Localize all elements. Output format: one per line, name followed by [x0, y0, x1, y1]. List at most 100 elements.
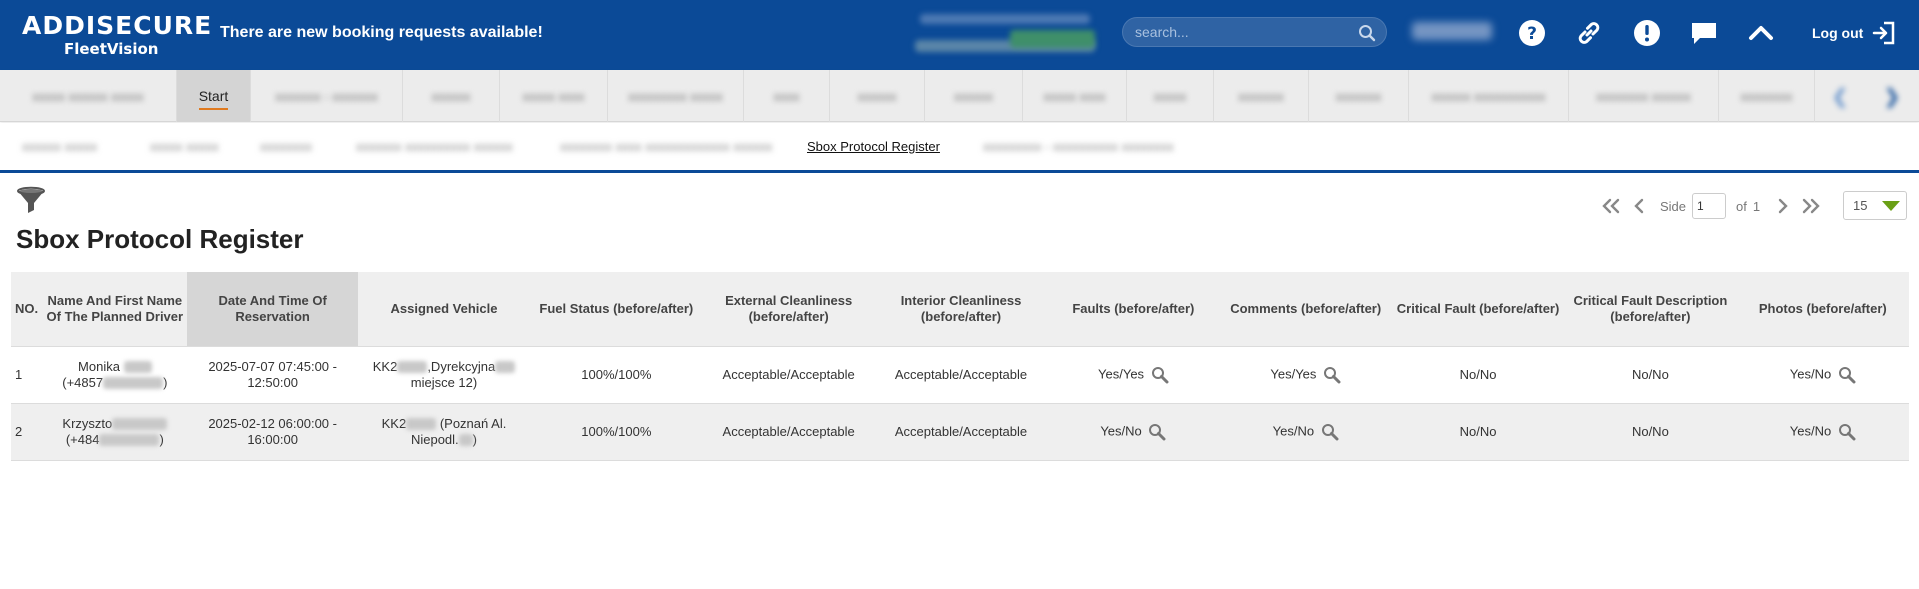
logo-wordmark: ADDISECURE — [22, 11, 213, 40]
dropdown-caret-icon — [1882, 201, 1900, 211]
subnav-item-sbox-protocol-register[interactable]: Sbox Protocol Register — [807, 139, 940, 154]
nav-scroll-right[interactable]: ❯ — [1865, 70, 1919, 122]
search-input[interactable] — [1135, 22, 1345, 42]
cell-photos: Yes/No — [1736, 403, 1909, 461]
of-label: of — [1736, 198, 1747, 214]
col-fuel[interactable]: Fuel Status (before/after) — [530, 272, 703, 347]
nav-tab-redacted[interactable]: xxxxxxx - xxxxxxx — [251, 70, 403, 122]
prev-page-icon[interactable] — [1628, 195, 1650, 217]
table-row[interactable]: 2 Krzyszto (+484) 2025-02-12 06:00:00 -1… — [11, 403, 1909, 461]
cell-faults: Yes/Yes — [1047, 346, 1220, 404]
cell-reservation-date: 2025-07-07 07:45:00 -12:50:00 — [187, 346, 358, 404]
help-icon[interactable]: ? — [1515, 16, 1549, 50]
cell-interior-cleanliness: Acceptable/Acceptable — [874, 403, 1048, 461]
cell-no: 2 — [11, 403, 43, 461]
col-photos[interactable]: Photos (before/after) — [1736, 272, 1909, 347]
cell-vehicle: KK2 (Poznań Al. Niepodl.) — [357, 403, 531, 461]
nav-tab-redacted[interactable]: xxxxxx — [403, 70, 500, 122]
nav-tab-redacted[interactable]: xxxxxxxx xxxxxx — [1569, 70, 1719, 122]
magnifier-icon[interactable] — [1148, 423, 1166, 441]
total-pages: 1 — [1752, 198, 1761, 214]
cell-photos: Yes/No — [1736, 346, 1909, 404]
nav-tab-redacted[interactable]: xxxxxx — [830, 70, 925, 122]
collapse-up-icon[interactable] — [1744, 16, 1778, 50]
nav-tab-start-label: Start — [198, 88, 229, 110]
magnifier-icon[interactable] — [1323, 366, 1341, 384]
subnav-item-redacted[interactable]: xxxxxx xxxxx — [22, 139, 97, 154]
col-critical-fault[interactable]: Critical Fault (before/after) — [1391, 272, 1565, 347]
subnav-item-redacted[interactable]: xxxxxxxxx - xxxxxxxxxx xxxxxxxx — [983, 139, 1174, 154]
cell-comments: Yes/No — [1219, 403, 1392, 461]
search-icon[interactable] — [1358, 24, 1376, 42]
nav-tab-redacted[interactable]: xxxxxxxxx xxxxx — [608, 70, 744, 122]
col-external-cleanliness[interactable]: External Cleanliness (before/after) — [702, 272, 875, 347]
cell-fuel: 100%/100% — [530, 403, 703, 461]
protocol-table: NO. Name And First Name Of The Planned D… — [11, 272, 1909, 461]
main-nav: xxxxx xxxxxx xxxxx Start xxxxxxx - xxxxx… — [0, 70, 1919, 122]
magnifier-icon[interactable] — [1838, 366, 1856, 384]
col-faults[interactable]: Faults (before/after) — [1047, 272, 1220, 347]
page-number-input[interactable] — [1692, 193, 1727, 219]
subnav-item-redacted[interactable]: xxxxx xxxxx — [150, 139, 219, 154]
sub-nav: xxxxxx xxxxx xxxxx xxxxx xxxxxxxx xxxxxx… — [0, 123, 1919, 173]
next-page-icon[interactable] — [1772, 195, 1794, 217]
page-size-select[interactable]: 15 — [1843, 191, 1907, 220]
magnifier-icon[interactable] — [1321, 423, 1339, 441]
col-vehicle[interactable]: Assigned Vehicle — [357, 272, 531, 347]
cell-reservation-date: 2025-02-12 06:00:00 -16:00:00 — [187, 403, 358, 461]
subnav-item-redacted[interactable]: xxxxxxxx xxxx xxxxxxxxxxxxx xxxxxx — [560, 139, 772, 154]
side-label: Side — [1660, 198, 1687, 214]
col-reservation-date[interactable]: Date And Time Of Reservation — [187, 272, 358, 347]
col-interior-cleanliness[interactable]: Interior Cleanliness (before/after) — [874, 272, 1048, 347]
nav-tab-redacted[interactable]: xxxxx xxxx — [500, 70, 608, 122]
cell-vehicle: KK2 ,Dyrekcyjna miejsce 12) — [357, 346, 531, 404]
nav-tab-redacted[interactable]: xxxxxx xxxxxxxxxxx — [1409, 70, 1569, 122]
logo[interactable]: ADDISECURE FleetVision — [22, 11, 213, 60]
top-header: ADDISECURE FleetVision There are new boo… — [0, 0, 1919, 70]
link-icon[interactable] — [1572, 16, 1606, 50]
cell-critical-fault-description: No/No — [1564, 403, 1737, 461]
cell-faults: Yes/No — [1047, 403, 1220, 461]
nav-tab-redacted[interactable]: xxxxx — [1127, 70, 1214, 122]
nav-tab-redacted[interactable]: xxxxxxx — [1214, 70, 1309, 122]
subnav-item-redacted[interactable]: xxxxxxx xxxxxxxxxx xxxxxx — [356, 139, 513, 154]
subnav-item-redacted[interactable]: xxxxxxxx — [260, 139, 312, 154]
nav-tab-redacted[interactable]: xxxxxxxx — [1719, 70, 1815, 122]
cell-external-cleanliness: Acceptable/Acceptable — [702, 403, 875, 461]
first-page-icon[interactable] — [1600, 195, 1622, 217]
cell-external-cleanliness: Acceptable/Acceptable — [702, 346, 875, 404]
search-box[interactable] — [1122, 17, 1387, 47]
nav-tab-redacted[interactable]: xxxx — [744, 70, 830, 122]
page-title: Sbox Protocol Register — [16, 224, 304, 254]
col-comments[interactable]: Comments (before/after) — [1219, 272, 1392, 347]
last-page-icon[interactable] — [1800, 195, 1822, 217]
nav-tab-redacted[interactable]: xxxxx xxxxxx xxxxx — [0, 70, 177, 122]
chat-icon[interactable] — [1687, 16, 1721, 50]
cell-critical-fault: No/No — [1391, 403, 1565, 461]
logout-label: Log out — [1812, 25, 1864, 41]
nav-scroll-left[interactable]: ❮ — [1815, 70, 1865, 122]
col-driver[interactable]: Name And First Name Of The Planned Drive… — [42, 272, 188, 347]
magnifier-icon[interactable] — [1838, 423, 1856, 441]
cell-fuel: 100%/100% — [530, 346, 703, 404]
nav-tab-redacted[interactable]: xxxxxxx — [1309, 70, 1409, 122]
booking-notice[interactable]: There are new booking requests available… — [220, 23, 543, 43]
svg-text:?: ? — [1527, 24, 1537, 44]
col-critical-fault-description[interactable]: Critical Fault Description (before/after… — [1564, 272, 1737, 347]
user-name-redacted[interactable] — [1412, 22, 1492, 40]
nav-tab-redacted[interactable]: xxxxxx — [925, 70, 1023, 122]
cell-critical-fault: No/No — [1391, 346, 1565, 404]
table-row[interactable]: 1 Monika (+4857) 2025-07-07 07:45:00 -12… — [11, 346, 1909, 404]
table-header-row: NO. Name And First Name Of The Planned D… — [11, 272, 1909, 347]
filter-icon[interactable] — [16, 186, 46, 216]
logo-subtitle: FleetVision — [64, 40, 159, 58]
cell-driver: Krzyszto (+484) — [42, 403, 188, 461]
nav-tab-redacted[interactable]: xxxxx xxxx — [1023, 70, 1127, 122]
nav-tab-start[interactable]: Start — [177, 70, 251, 122]
col-no[interactable]: NO. — [11, 272, 43, 347]
logout-button[interactable]: Log out — [1812, 20, 1897, 46]
logout-icon — [1873, 21, 1895, 45]
alert-icon[interactable] — [1630, 16, 1664, 50]
cell-driver: Monika (+4857) — [42, 346, 188, 404]
magnifier-icon[interactable] — [1151, 366, 1169, 384]
